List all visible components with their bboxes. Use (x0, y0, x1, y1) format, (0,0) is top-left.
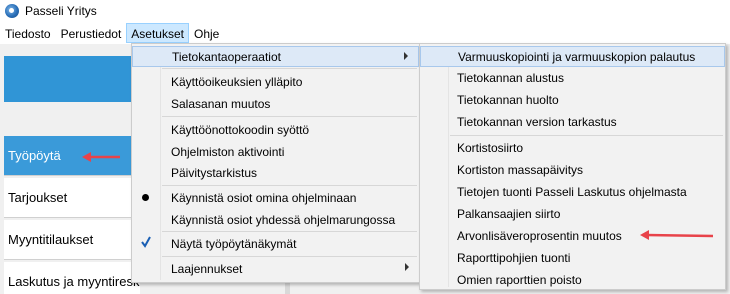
menu-separator (162, 256, 417, 257)
menu-item-tyopoytanakymat[interactable]: Näytä työpöytänäkymät (132, 233, 419, 254)
menu-item-kayttooikeudet[interactable]: Käyttöoikeuksien ylläpito (132, 71, 419, 92)
menu-item-osiot-omina[interactable]: Käynnistä osiot omina ohjelminaan (132, 187, 419, 208)
menu-ohje[interactable]: Ohje (189, 23, 224, 43)
menu-item-label: Tietokannan alustus (457, 70, 564, 85)
menu-item-label: Tietokannan version tarkastus (457, 114, 617, 129)
menu-item-label: Käynnistä osiot yhdessä ohjelmarungossa (171, 212, 396, 227)
menu-separator (450, 135, 723, 136)
submenu-arrow-icon (404, 52, 408, 60)
menu-item-label: Varmuuskopiointi ja varmuuskopion palaut… (458, 49, 696, 64)
menu-item-label: Päivitystarkistus (171, 165, 258, 180)
submenu-item-huolto[interactable]: Tietokannan huolto (420, 89, 725, 110)
menu-item-label: Näytä työpöytänäkymät (171, 236, 297, 251)
nav-item-label: Laskutus ja myyntireskontra (8, 274, 140, 289)
menu-item-label: Arvonlisäveroprosentin muutos (457, 228, 622, 243)
menu-separator (162, 231, 417, 232)
submenu-item-massapaivitys[interactable]: Kortiston massapäivitys (420, 159, 725, 180)
menu-item-aktivointi[interactable]: Ohjelmiston aktivointi (132, 141, 419, 162)
menu-asetukset[interactable]: Asetukset (126, 23, 189, 43)
tietokantaoperaatiot-submenu: Varmuuskopiointi ja varmuuskopion palaut… (419, 43, 726, 290)
menu-item-laajennukset[interactable]: Laajennukset (132, 258, 419, 279)
nav-item-laskutus[interactable]: Laskutus ja myyntireskontra (4, 262, 140, 294)
menu-item-label: Tietokannan huolto (457, 92, 559, 107)
menu-item-label: Laajennukset (171, 261, 243, 276)
submenu-item-version-tarkastus[interactable]: Tietokannan version tarkastus (420, 111, 725, 132)
nav-item-label: Työpöytä (8, 148, 61, 163)
menu-item-osiot-yhdessa[interactable]: Käynnistä osiot yhdessä ohjelmarungossa (132, 209, 419, 230)
nav-item-tarjoukset[interactable]: Tarjoukset (4, 178, 140, 218)
menu-item-label: Ohjelmiston aktivointi (171, 144, 285, 159)
title-bar: Passeli Yritys (0, 0, 730, 22)
menu-item-label: Omien raporttien poisto (457, 272, 582, 287)
radio-bullet-icon (142, 194, 149, 201)
menu-item-label: Tietokantaoperaatiot (172, 49, 281, 64)
annotation-arrow-icon (640, 230, 714, 240)
menu-separator (162, 185, 417, 186)
nav-item-myyntitilaukset[interactable]: Myyntitilaukset (4, 220, 140, 260)
menu-item-label: Käyttöoikeuksien ylläpito (171, 74, 303, 89)
submenu-item-palkansaajat[interactable]: Palkansaajien siirto (420, 203, 725, 224)
submenu-item-kortistosiirto[interactable]: Kortistosiirto (420, 137, 725, 158)
menu-item-label: Tietojen tuonti Passeli Laskutus ohjelma… (457, 184, 687, 199)
window-title: Passeli Yritys (25, 4, 97, 18)
nav-item-label: Myyntitilaukset (8, 232, 94, 247)
menu-item-tietokantaoperaatiot[interactable]: Tietokantaoperaatiot (132, 46, 419, 67)
submenu-item-raporttipohjat[interactable]: Raporttipohjien tuonti (420, 247, 725, 268)
menu-item-label: Salasanan muutos (171, 96, 271, 111)
menu-item-label: Palkansaajien siirto (457, 206, 561, 221)
annotation-arrow-icon (82, 152, 120, 162)
submenu-item-tuonti-laskutus[interactable]: Tietojen tuonti Passeli Laskutus ohjelma… (420, 181, 725, 202)
menu-separator (162, 116, 417, 117)
menu-item-salasana[interactable]: Salasanan muutos (132, 93, 419, 114)
header-banner (4, 56, 144, 102)
checkmark-icon (141, 236, 151, 248)
menu-item-label: Käynnistä osiot omina ohjelminaan (171, 190, 357, 205)
menu-item-label: Kortistosiirto (457, 140, 524, 155)
menu-item-label: Raporttipohjien tuonti (457, 250, 571, 265)
menu-item-paivitystarkistus[interactable]: Päivitystarkistus (132, 162, 419, 183)
menu-item-label: Kortiston massapäivitys (457, 162, 584, 177)
nav-item-label: Tarjoukset (8, 190, 68, 205)
menu-perustiedot[interactable]: Perustiedot (56, 23, 127, 43)
submenu-arrow-icon (405, 263, 409, 271)
submenu-item-varmuuskopiointi[interactable]: Varmuuskopiointi ja varmuuskopion palaut… (420, 46, 725, 67)
menu-item-label: Käyttöönottokoodin syöttö (171, 122, 310, 137)
menu-separator (162, 68, 417, 69)
submenu-item-raporttien-poisto[interactable]: Omien raporttien poisto (420, 269, 725, 290)
menu-bar: Tiedosto Perustiedot Asetukset Ohje (0, 22, 730, 44)
app-logo-icon (5, 4, 19, 18)
asetukset-menu: Tietokantaoperaatiot Käyttöoikeuksien yl… (131, 43, 420, 283)
submenu-item-alustus[interactable]: Tietokannan alustus (420, 67, 725, 88)
menu-tiedosto[interactable]: Tiedosto (0, 23, 56, 43)
menu-item-kayttoonottokoodi[interactable]: Käyttöönottokoodin syöttö (132, 119, 419, 140)
